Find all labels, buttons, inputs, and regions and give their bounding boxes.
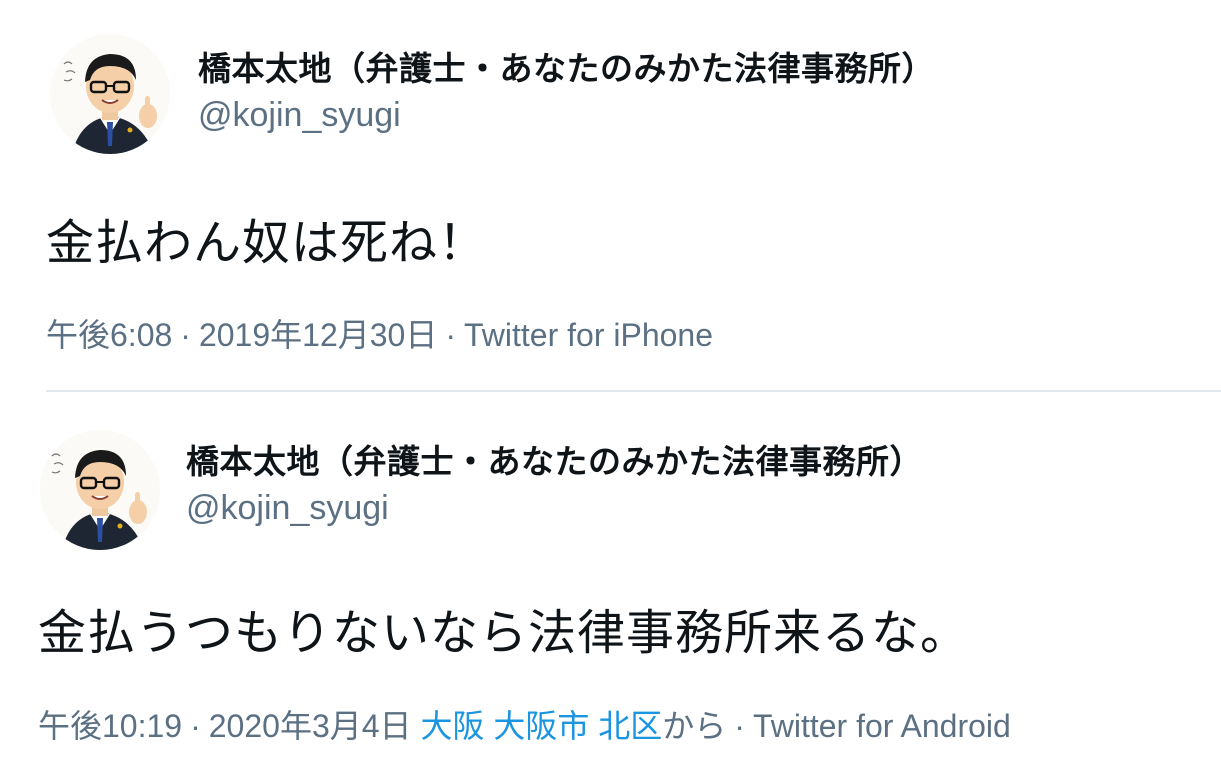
tweet-date[interactable]: 2020年3月4日 xyxy=(209,708,412,744)
location-link-city[interactable]: 大阪市 xyxy=(493,708,589,744)
location-link-prefecture[interactable]: 大阪 xyxy=(420,708,484,744)
tweet-date[interactable]: 2019年12月30日 xyxy=(199,317,437,353)
meta-separator: · xyxy=(180,317,191,353)
cartoon-lawyer-avatar-icon xyxy=(50,34,170,154)
location-link-ward[interactable]: 北区 xyxy=(598,708,662,744)
meta-separator: · xyxy=(190,708,201,744)
avatar[interactable] xyxy=(50,34,170,154)
cartoon-lawyer-avatar-icon xyxy=(40,430,160,550)
tweet-time[interactable]: 午後6:08 xyxy=(46,317,172,353)
tweet-text: 金払うつもりないなら法律事務所来るな。 xyxy=(38,605,970,661)
tweet-client: Twitter for iPhone xyxy=(464,317,713,353)
user-handle[interactable]: @kojin_syugi xyxy=(186,489,389,528)
display-name[interactable]: 橋本太地（弁護士・あなたのみかた法律事務所） xyxy=(186,435,923,483)
tweet-client: Twitter for Android xyxy=(752,708,1011,744)
meta-separator: · xyxy=(734,708,745,744)
display-name[interactable]: 橋本太地（弁護士・あなたのみかた法律事務所） xyxy=(198,42,935,90)
avatar[interactable] xyxy=(40,430,160,550)
tweet-card[interactable]: 橋本太地（弁護士・あなたのみかた法律事務所） @kojin_syugi 金払うつ… xyxy=(0,392,1221,780)
meta-separator: · xyxy=(445,317,456,353)
user-handle[interactable]: @kojin_syugi xyxy=(198,96,401,135)
tweet-text: 金払わん奴は死ね！ xyxy=(46,215,488,271)
tweet-metadata: 午後6:08 · 2019年12月30日 · Twitter for iPhone xyxy=(46,310,713,356)
tweet-metadata: 午後10:19 · 2020年3月4日 大阪 大阪市 北区から · Twitter fo… xyxy=(38,701,1011,747)
tweet-card[interactable]: 橋本太地（弁護士・あなたのみかた法律事務所） @kojin_syugi 金払わん… xyxy=(0,0,1221,392)
location-suffix: から xyxy=(662,708,727,744)
tweet-time[interactable]: 午後10:19 xyxy=(38,708,182,744)
